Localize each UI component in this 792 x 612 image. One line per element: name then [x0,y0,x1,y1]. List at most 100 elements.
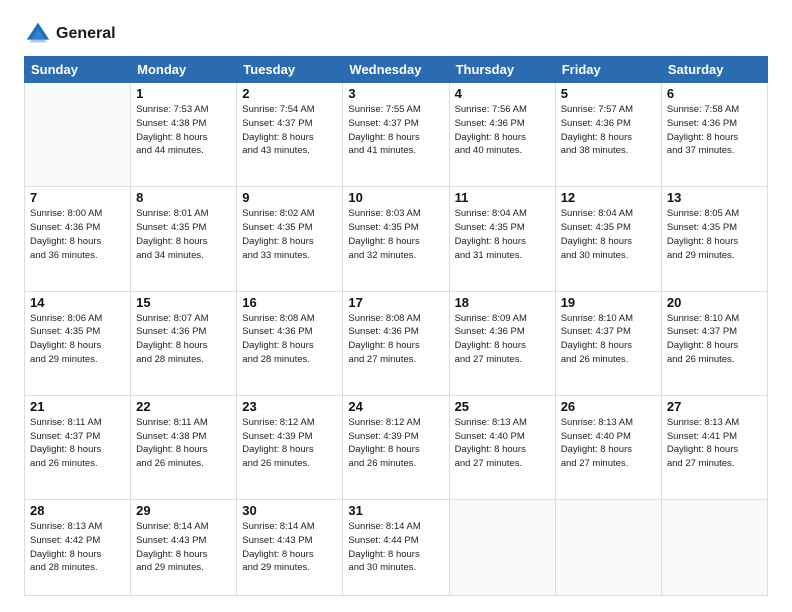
calendar-cell: 22 Sunrise: 8:11 AM Sunset: 4:38 PM Dayli… [131,395,237,499]
calendar-cell: 5 Sunrise: 7:57 AM Sunset: 4:36 PM Daylig… [555,83,661,187]
calendar-cell: 30Sunrise: 8:14 AM Sunset: 4:43 PM Dayli… [237,500,343,596]
day-info: Sunrise: 8:07 AM Sunset: 4:36 PM Dayligh… [136,312,231,367]
day-info: Sunrise: 8:12 AM Sunset: 4:39 PM Dayligh… [242,416,337,471]
day-info: Sunrise: 8:06 AM Sunset: 4:35 PM Dayligh… [30,312,125,367]
calendar-header-monday: Monday [131,57,237,83]
calendar-cell: 17Sunrise: 8:08 AM Sunset: 4:36 PM Dayli… [343,291,449,395]
calendar-cell: 19 Sunrise: 8:10 AM Sunset: 4:37 PM Dayli… [555,291,661,395]
calendar-cell: 14 Sunrise: 8:06 AM Sunset: 4:35 PM Dayli… [25,291,131,395]
day-number: 5 [561,86,656,101]
day-info: Sunrise: 8:03 AM Sunset: 4:35 PM Dayligh… [348,207,443,262]
day-number: 3 [348,86,443,101]
day-info: Sunrise: 8:09 AM Sunset: 4:36 PM Dayligh… [455,312,550,367]
day-info: Sunrise: 8:13 AM Sunset: 4:40 PM Dayligh… [561,416,656,471]
day-info: Sunrise: 8:08 AM Sunset: 4:36 PM Dayligh… [348,312,443,367]
calendar-cell: 7 Sunrise: 8:00 AM Sunset: 4:36 PM Daylig… [25,187,131,291]
day-info: Sunrise: 8:14 AM Sunset: 4:43 PM Dayligh… [136,520,231,575]
day-info: Sunrise: 8:00 AM Sunset: 4:36 PM Dayligh… [30,207,125,262]
day-info: Sunrise: 7:55 AM Sunset: 4:37 PM Dayligh… [348,103,443,158]
page: General SundayMondayTuesdayWednesdayThur… [0,0,792,612]
calendar-cell: 24 Sunrise: 8:12 AM Sunset: 4:39 PM Dayli… [343,395,449,499]
day-number: 13 [667,190,762,205]
calendar-header-row: SundayMondayTuesdayWednesdayThursdayFrid… [25,57,768,83]
day-number: 25 [455,399,550,414]
calendar-header-tuesday: Tuesday [237,57,343,83]
day-number: 10 [348,190,443,205]
day-info: Sunrise: 7:56 AM Sunset: 4:36 PM Dayligh… [455,103,550,158]
day-number: 20 [667,295,762,310]
calendar-cell: 10 Sunrise: 8:03 AM Sunset: 4:35 PM Dayli… [343,187,449,291]
calendar-cell: 9 Sunrise: 8:02 AM Sunset: 4:35 PM Daylig… [237,187,343,291]
day-number: 24 [348,399,443,414]
calendar-cell: 31 Sunrise: 8:14 AM Sunset: 4:44 PM Dayli… [343,500,449,596]
calendar-header-sunday: Sunday [25,57,131,83]
day-info: Sunrise: 8:11 AM Sunset: 4:38 PM Dayligh… [136,416,231,471]
day-info: Sunrise: 8:08 AM Sunset: 4:36 PM Dayligh… [242,312,337,367]
day-info: Sunrise: 7:58 AM Sunset: 4:36 PM Dayligh… [667,103,762,158]
calendar-cell: 28 Sunrise: 8:13 AM Sunset: 4:42 PM Dayli… [25,500,131,596]
calendar-cell: 25 Sunrise: 8:13 AM Sunset: 4:40 PM Dayli… [449,395,555,499]
calendar-header-saturday: Saturday [661,57,767,83]
calendar-table: SundayMondayTuesdayWednesdayThursdayFrid… [24,56,768,596]
day-number: 29 [136,503,231,518]
day-info: Sunrise: 7:54 AM Sunset: 4:37 PM Dayligh… [242,103,337,158]
logo: General [24,20,116,48]
calendar-header-friday: Friday [555,57,661,83]
day-number: 22 [136,399,231,414]
day-number: 16 [242,295,337,310]
calendar-cell: 20Sunrise: 8:10 AM Sunset: 4:37 PM Dayli… [661,291,767,395]
calendar-cell: 16 Sunrise: 8:08 AM Sunset: 4:36 PM Dayli… [237,291,343,395]
day-info: Sunrise: 7:53 AM Sunset: 4:38 PM Dayligh… [136,103,231,158]
calendar-cell: 4Sunrise: 7:56 AM Sunset: 4:36 PM Daylig… [449,83,555,187]
day-number: 1 [136,86,231,101]
day-number: 7 [30,190,125,205]
day-info: Sunrise: 8:13 AM Sunset: 4:40 PM Dayligh… [455,416,550,471]
day-number: 14 [30,295,125,310]
day-number: 31 [348,503,443,518]
day-number: 12 [561,190,656,205]
logo-text: General [56,25,116,43]
day-number: 23 [242,399,337,414]
day-info: Sunrise: 8:12 AM Sunset: 4:39 PM Dayligh… [348,416,443,471]
calendar-cell [25,83,131,187]
day-info: Sunrise: 8:02 AM Sunset: 4:35 PM Dayligh… [242,207,337,262]
calendar-cell: 18Sunrise: 8:09 AM Sunset: 4:36 PM Dayli… [449,291,555,395]
day-info: Sunrise: 7:57 AM Sunset: 4:36 PM Dayligh… [561,103,656,158]
calendar-cell [555,500,661,596]
calendar-cell: 13 Sunrise: 8:05 AM Sunset: 4:35 PM Dayli… [661,187,767,291]
day-info: Sunrise: 8:04 AM Sunset: 4:35 PM Dayligh… [561,207,656,262]
day-info: Sunrise: 8:14 AM Sunset: 4:44 PM Dayligh… [348,520,443,575]
calendar-week-row: 1 Sunrise: 7:53 AM Sunset: 4:38 PM Daylig… [25,83,768,187]
day-info: Sunrise: 8:13 AM Sunset: 4:42 PM Dayligh… [30,520,125,575]
header: General [24,20,768,48]
calendar-header-wednesday: Wednesday [343,57,449,83]
calendar-cell: 1 Sunrise: 7:53 AM Sunset: 4:38 PM Daylig… [131,83,237,187]
calendar-week-row: 14 Sunrise: 8:06 AM Sunset: 4:35 PM Dayli… [25,291,768,395]
calendar-cell: 6 Sunrise: 7:58 AM Sunset: 4:36 PM Daylig… [661,83,767,187]
calendar-header-thursday: Thursday [449,57,555,83]
day-number: 19 [561,295,656,310]
day-number: 9 [242,190,337,205]
day-number: 30 [242,503,337,518]
day-number: 6 [667,86,762,101]
calendar-cell [449,500,555,596]
day-info: Sunrise: 8:04 AM Sunset: 4:35 PM Dayligh… [455,207,550,262]
day-info: Sunrise: 8:13 AM Sunset: 4:41 PM Dayligh… [667,416,762,471]
day-info: Sunrise: 8:05 AM Sunset: 4:35 PM Dayligh… [667,207,762,262]
day-number: 2 [242,86,337,101]
day-info: Sunrise: 8:11 AM Sunset: 4:37 PM Dayligh… [30,416,125,471]
day-number: 15 [136,295,231,310]
day-info: Sunrise: 8:10 AM Sunset: 4:37 PM Dayligh… [561,312,656,367]
calendar-week-row: 21Sunrise: 8:11 AM Sunset: 4:37 PM Dayli… [25,395,768,499]
day-number: 28 [30,503,125,518]
calendar-cell: 29 Sunrise: 8:14 AM Sunset: 4:43 PM Dayli… [131,500,237,596]
calendar-week-row: 28 Sunrise: 8:13 AM Sunset: 4:42 PM Dayli… [25,500,768,596]
calendar-cell: 8Sunrise: 8:01 AM Sunset: 4:35 PM Daylig… [131,187,237,291]
calendar-cell: 3 Sunrise: 7:55 AM Sunset: 4:37 PM Daylig… [343,83,449,187]
day-number: 8 [136,190,231,205]
calendar-cell: 26 Sunrise: 8:13 AM Sunset: 4:40 PM Dayli… [555,395,661,499]
calendar-cell: 23 Sunrise: 8:12 AM Sunset: 4:39 PM Dayli… [237,395,343,499]
day-number: 26 [561,399,656,414]
calendar-cell: 15 Sunrise: 8:07 AM Sunset: 4:36 PM Dayli… [131,291,237,395]
calendar-cell: 12 Sunrise: 8:04 AM Sunset: 4:35 PM Dayli… [555,187,661,291]
